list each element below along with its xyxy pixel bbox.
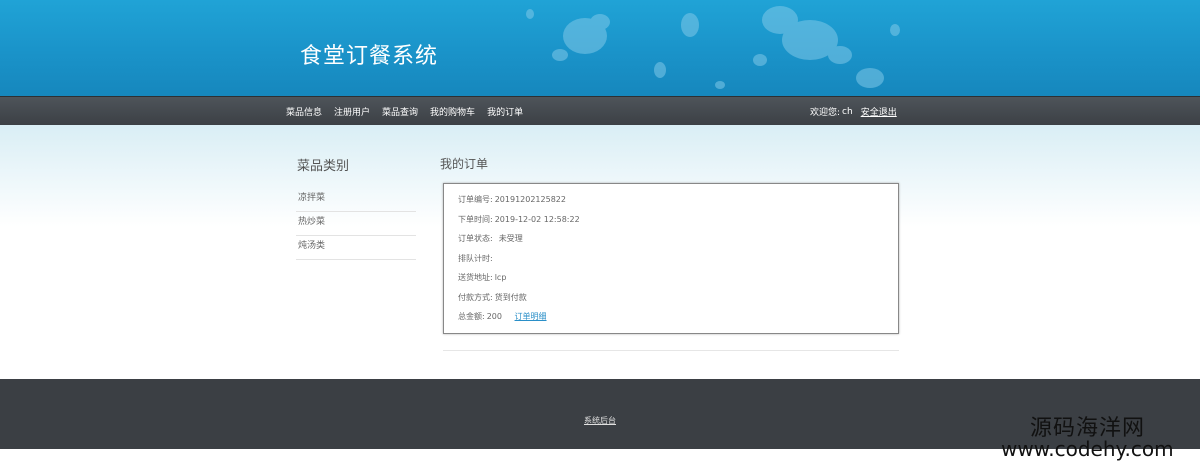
- order-time-label: 下单时间:: [458, 214, 493, 224]
- order-number-row: 订单编号: 20191202125822: [458, 194, 898, 214]
- banner-splash-decoration: [526, 6, 900, 89]
- username: ch: [842, 106, 853, 117]
- welcome-label: 欢迎您:: [810, 108, 841, 118]
- total-label: 总金额:: [458, 312, 485, 321]
- order-status-row: 订单状态: 未受理: [458, 233, 898, 253]
- order-detail-link[interactable]: 订单明细: [515, 312, 547, 321]
- total-value: 200: [486, 312, 502, 321]
- payment-label: 付款方式:: [458, 292, 493, 302]
- logout-link[interactable]: 安全退出: [861, 105, 897, 118]
- main-content: 菜品类别 凉拌菜 热炒菜 炖汤类 我的订单 订单编号: 2019120212582…: [0, 125, 1200, 379]
- order-number-label: 订单编号:: [458, 195, 493, 204]
- category-item-stir-fry[interactable]: 热炒菜: [296, 212, 416, 236]
- payment-row: 付款方式: 货到付款: [458, 292, 898, 312]
- user-area: 欢迎您: ch 安全退出: [810, 97, 897, 126]
- order-time-row: 下单时间: 2019-12-02 12:58:22: [458, 214, 898, 234]
- site-title: 食堂订餐系统: [300, 44, 439, 69]
- category-item-cold-dishes[interactable]: 凉拌菜: [296, 188, 416, 212]
- total-row: 总金额: 200 订单明细: [458, 311, 898, 331]
- nav-links: 菜品信息 注册用户 菜品查询 我的购物车 我的订单: [286, 97, 535, 126]
- category-sidebar: 菜品类别 凉拌菜 热炒菜 炖汤类: [296, 155, 416, 260]
- category-item-soups[interactable]: 炖汤类: [296, 236, 416, 260]
- header-banner: 食堂订餐系统: [0, 0, 1200, 96]
- nav-item-my-cart[interactable]: 我的购物车: [430, 105, 475, 118]
- queue-timer-row: 排队计时:: [458, 253, 898, 273]
- payment-value: 货到付款: [494, 292, 527, 302]
- admin-backend-link[interactable]: 系统后台: [584, 415, 616, 426]
- order-card: 订单编号: 20191202125822 下单时间: 2019-12-02 12:5…: [443, 183, 899, 334]
- sidebar-title: 菜品类别: [297, 159, 350, 174]
- order-status-label: 订单状态:: [458, 234, 493, 243]
- content-divider: [443, 350, 899, 351]
- nav-item-my-orders[interactable]: 我的订单: [487, 105, 523, 118]
- page-title: 我的订单: [440, 157, 489, 171]
- order-number-value: 20191202125822: [494, 195, 566, 204]
- nav-bar: 菜品信息 注册用户 菜品查询 我的购物车 我的订单 欢迎您: ch 安全退出: [0, 96, 1200, 125]
- address-row: 送货地址: lcp: [458, 272, 898, 292]
- queue-timer-label: 排队计时:: [458, 253, 493, 263]
- address-label: 送货地址:: [458, 273, 493, 282]
- nav-item-register[interactable]: 注册用户: [334, 105, 370, 118]
- nav-item-dish-search[interactable]: 菜品查询: [382, 105, 418, 118]
- watermark-url: www.codehy.com: [1001, 437, 1174, 461]
- order-status-value: 未受理: [498, 234, 523, 243]
- address-value: lcp: [494, 273, 507, 282]
- nav-item-dish-info[interactable]: 菜品信息: [286, 105, 322, 118]
- order-time-value: 2019-12-02 12:58:22: [494, 214, 580, 224]
